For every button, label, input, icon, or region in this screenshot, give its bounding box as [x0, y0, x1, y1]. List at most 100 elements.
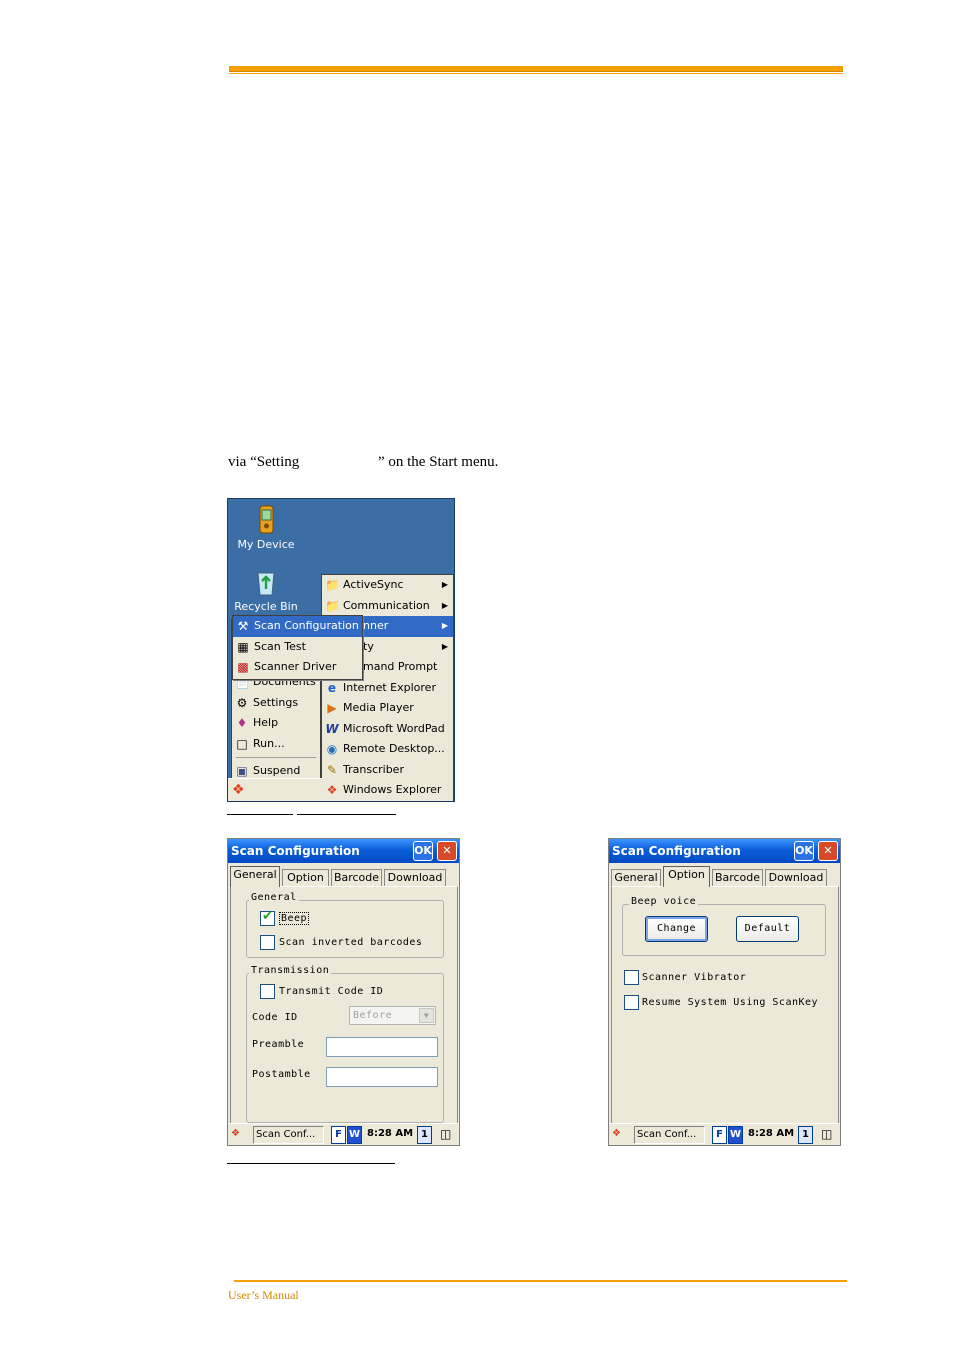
group-label: Beep voice — [629, 896, 699, 907]
footer-rule — [234, 1280, 847, 1282]
beep-label: Beep — [279, 912, 310, 925]
taskbar: ❖ Scan Conf... F W 8:28 AM 1 ◫ — [609, 1123, 840, 1145]
input-f-icon[interactable]: F — [712, 1126, 727, 1144]
clock: 8:28 AM — [367, 1128, 414, 1139]
desktop-icon-recycle-bin[interactable]: Recycle Bin — [231, 567, 301, 613]
resume-system-label: Resume System Using ScanKey — [642, 997, 819, 1008]
tab-barcode[interactable]: Barcode — [712, 869, 763, 887]
suspend-icon: ▣ — [236, 764, 248, 778]
scanner-vibrator-checkbox[interactable] — [624, 970, 639, 985]
transcriber-icon: ✎ — [326, 762, 338, 777]
input-w-icon[interactable]: W — [728, 1126, 743, 1144]
caption-underline — [297, 814, 396, 815]
ok-button[interactable]: OK — [413, 841, 433, 861]
start-menu-help[interactable]: ♦ Help — [232, 713, 320, 734]
scanner-menu-scan-test[interactable]: ▦ Scan Test — [233, 637, 362, 658]
postamble-label: Postamble — [252, 1069, 311, 1080]
transmit-code-id-checkbox[interactable] — [260, 984, 275, 999]
folder-icon: 📁 — [325, 578, 340, 592]
close-icon[interactable]: ✕ — [818, 841, 838, 861]
scanner-menu-scanner-driver[interactable]: ▩ Scanner Driver — [233, 657, 362, 678]
preamble-input[interactable] — [326, 1037, 438, 1057]
tab-download[interactable]: Download — [384, 869, 446, 887]
taskbar: ❖ Scan Conf... F W 8:28 AM 1 ◫ — [228, 1123, 459, 1145]
footer-text: User’s Manual — [228, 1288, 299, 1302]
programs-menu-item[interactable]: W Microsoft WordPad — [322, 719, 453, 740]
programs-menu-item[interactable]: ✎ Transcriber — [322, 760, 453, 781]
scanner-menu: ⚒ Scan Configuration ▦ Scan Test ▩ Scanner … — [232, 615, 363, 680]
default-button[interactable]: Default — [736, 916, 799, 942]
submenu-arrow-icon: ▶ — [441, 600, 448, 610]
tab-option[interactable]: Option — [282, 869, 329, 887]
submenu-arrow-icon: ▶ — [441, 641, 448, 651]
tab-general[interactable]: General — [611, 869, 661, 887]
scan-config-option-dialog: Scan Configuration OK ✕ General Option B… — [608, 838, 841, 1146]
submenu-arrow-icon: ▶ — [441, 580, 448, 589]
programs-menu-item[interactable]: ❖ Windows Explorer — [322, 780, 453, 801]
group-label: Transmission — [249, 965, 332, 976]
tab-barcode[interactable]: Barcode — [331, 869, 382, 887]
header-rule-thin — [229, 73, 843, 74]
desktop-number-icon[interactable]: 1 — [417, 1126, 432, 1144]
taskbar-task-button[interactable]: Scan Conf... — [253, 1126, 324, 1144]
scan-test-icon: ▦ — [237, 639, 249, 654]
change-button[interactable]: Change — [645, 916, 708, 942]
code-id-label: Code ID — [252, 1012, 298, 1023]
ok-button[interactable]: OK — [794, 841, 814, 861]
scan-config-icon: ⚒ — [237, 619, 249, 633]
tab-panel: Beep voice Change Default Scanner Vibrat… — [611, 886, 839, 1124]
start-button-icon[interactable]: ❖ — [231, 1126, 240, 1144]
scanner-driver-icon: ▩ — [237, 660, 249, 674]
close-icon[interactable]: ✕ — [437, 841, 457, 861]
clock: 8:28 AM — [748, 1128, 795, 1139]
desktop-icon-my-device[interactable]: My Device — [231, 505, 301, 551]
scan-inverted-label: Scan inverted barcodes — [279, 937, 423, 948]
programs-menu-item[interactable]: 📁 ActiveSync ▶ — [322, 575, 453, 596]
help-book-icon: ♦ — [236, 716, 248, 730]
recycle-bin-icon — [257, 572, 275, 596]
start-menu-settings[interactable]: ⚙ Settings — [232, 693, 320, 714]
remote-desktop-icon: ◉ — [326, 742, 338, 756]
windows-switch-icon[interactable]: ◫ — [440, 1126, 451, 1144]
body-text: via “Setting ” on the Start menu. — [228, 454, 499, 470]
programs-menu-item[interactable]: ▶ Media Player — [322, 698, 453, 719]
taskbar-task-button[interactable]: Scan Conf... — [634, 1126, 705, 1144]
start-button-icon[interactable]: ❖ — [232, 782, 245, 798]
code-id-select[interactable]: Before ▼ — [349, 1006, 436, 1025]
input-f-icon[interactable]: F — [331, 1126, 346, 1144]
tab-option[interactable]: Option — [663, 866, 710, 887]
submenu-arrow-icon: ▶ — [441, 621, 448, 630]
desktop-screenshot: My Device Recycle Bin 📄 Documents ⚙ Sett… — [227, 498, 455, 802]
scanner-menu-scan-configuration[interactable]: ⚒ Scan Configuration — [233, 616, 362, 637]
postamble-input[interactable] — [326, 1067, 438, 1087]
tab-download[interactable]: Download — [765, 869, 827, 887]
group-label: General — [249, 892, 299, 903]
desktop-icon-label: Recycle Bin — [234, 600, 298, 613]
scanner-vibrator-label: Scanner Vibrator — [642, 972, 747, 983]
start-button-icon[interactable]: ❖ — [612, 1126, 621, 1144]
windows-switch-icon[interactable]: ◫ — [821, 1126, 832, 1144]
scan-inverted-checkbox[interactable] — [260, 935, 275, 950]
tab-general[interactable]: General — [230, 866, 280, 887]
start-menu-run[interactable]: □ Run... — [232, 734, 320, 755]
resume-system-checkbox[interactable] — [624, 995, 639, 1010]
device-icon — [259, 505, 274, 534]
programs-menu-item[interactable]: e Internet Explorer — [322, 678, 453, 699]
preamble-label: Preamble — [252, 1039, 305, 1050]
beep-checkbox[interactable] — [260, 909, 275, 926]
settings-icon: ⚙ — [236, 695, 248, 710]
programs-menu-item[interactable]: 📁 Communication ▶ — [322, 596, 453, 617]
wordpad-icon: W — [325, 721, 339, 736]
windows-explorer-icon: ❖ — [326, 783, 338, 797]
programs-menu-item[interactable]: ◉ Remote Desktop... — [322, 739, 453, 760]
header-rule — [229, 66, 843, 72]
general-group — [246, 900, 444, 958]
caption-underline — [227, 814, 293, 815]
menu-separator — [236, 757, 316, 758]
scan-config-general-dialog: Scan Configuration OK ✕ General Option B… — [227, 838, 460, 1146]
transmit-code-id-label: Transmit Code ID — [279, 986, 384, 997]
desktop-icon-label: My Device — [237, 538, 295, 551]
ie-icon: e — [327, 680, 337, 695]
input-w-icon[interactable]: W — [347, 1126, 362, 1144]
desktop-number-icon[interactable]: 1 — [798, 1126, 813, 1144]
